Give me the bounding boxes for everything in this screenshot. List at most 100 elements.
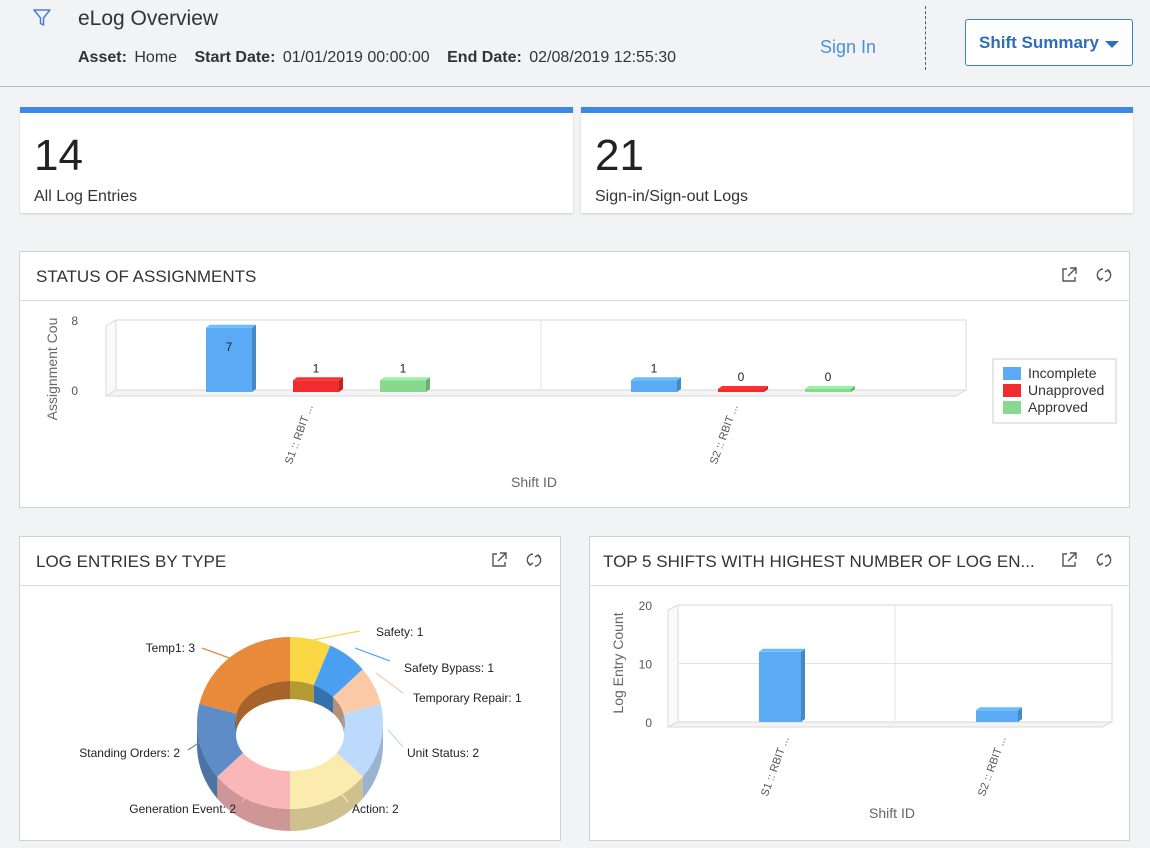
x-tick-label: S1 :: RBIT ... bbox=[283, 403, 316, 466]
chevron-down-icon bbox=[1104, 40, 1119, 48]
bar bbox=[206, 324, 256, 392]
filter-icon[interactable] bbox=[33, 8, 51, 28]
refresh-icon[interactable] bbox=[1095, 551, 1113, 569]
data-label: 0 bbox=[825, 370, 832, 384]
data-label: 1 bbox=[313, 361, 320, 375]
bar-top bbox=[976, 707, 1022, 711]
bar-front bbox=[759, 651, 801, 722]
bar-top bbox=[718, 386, 768, 389]
kpi-label: Sign-in/Sign-out Logs bbox=[595, 188, 748, 205]
log-entries-by-type-panel: LOG ENTRIES BY TYPE Safety: 1 Safety Bypa… bbox=[19, 536, 561, 841]
panel-header: LOG ENTRIES BY TYPE bbox=[20, 537, 560, 586]
legend-swatch bbox=[1003, 384, 1021, 397]
open-external-icon[interactable] bbox=[490, 551, 508, 569]
legend-label: Approved bbox=[1028, 399, 1088, 415]
asset-value: Home bbox=[134, 49, 178, 66]
chart-floor bbox=[667, 721, 1113, 728]
y-tick-label: 8 bbox=[71, 314, 78, 328]
kpi-value: 21 bbox=[595, 131, 644, 180]
status-bar-chart: 08Assignment Cou 71 1S1 :: RBIT ...10 0S2 :… bbox=[44, 314, 1117, 490]
shift-summary-label: Shift Summary bbox=[979, 32, 1099, 52]
leader-line bbox=[201, 647, 233, 660]
bar bbox=[759, 648, 805, 722]
legend-swatch bbox=[1003, 367, 1021, 380]
slice-label: Safety: 1 bbox=[376, 625, 424, 639]
slice-label: Safety Bypass: 1 bbox=[404, 661, 494, 675]
x-axis-label: Shift ID bbox=[869, 805, 915, 821]
end-date-label: End Date: bbox=[447, 49, 522, 66]
asset-label: Asset: bbox=[78, 49, 127, 66]
bar bbox=[293, 377, 343, 392]
bar-side bbox=[252, 324, 256, 392]
leader-line bbox=[375, 672, 404, 694]
page-title: eLog Overview bbox=[78, 7, 219, 30]
sign-in-link[interactable]: Sign In bbox=[820, 37, 876, 58]
panel-title: STATUS OF ASSIGNMENTS bbox=[36, 267, 257, 286]
x-tick-label: S2 :: RBIT ... bbox=[976, 735, 1009, 798]
x-axis-label: Shift ID bbox=[511, 474, 557, 490]
open-external-icon[interactable] bbox=[1060, 551, 1078, 569]
bar-side bbox=[801, 648, 805, 722]
header-divider bbox=[925, 6, 926, 70]
open-external-icon[interactable] bbox=[1060, 266, 1078, 284]
x-tick-label: S2 :: RBIT ... bbox=[708, 403, 741, 466]
bar-front bbox=[805, 389, 851, 392]
slice-label: Generation Event: 2 bbox=[129, 802, 236, 816]
bar-front bbox=[380, 380, 426, 392]
leader-line bbox=[387, 729, 404, 748]
bar-top bbox=[380, 377, 430, 381]
bar bbox=[718, 386, 768, 392]
kpi-label: All Log Entries bbox=[34, 188, 138, 205]
log-type-donut-chart: Safety: 1 Safety Bypass: 1 Temporary Repai… bbox=[79, 625, 522, 831]
filter-summary: Asset: Home Start Date: 01/01/2019 00:00… bbox=[78, 49, 689, 67]
kpi-value: 14 bbox=[34, 131, 83, 180]
y-tick-label: 20 bbox=[639, 599, 653, 613]
y-axis-label: Assignment Cou bbox=[44, 318, 60, 421]
data-label: 7 bbox=[226, 340, 233, 354]
legend-label: Incomplete bbox=[1028, 365, 1097, 381]
status-of-assignments-panel: STATUS OF ASSIGNMENTS 0 8 Assignment Cou 7 1… bbox=[19, 251, 1130, 508]
bar-top bbox=[206, 324, 256, 328]
bar bbox=[805, 386, 855, 392]
bar-front bbox=[293, 380, 339, 392]
top-shifts-bar-chart: 0 10 20Log Entry CountS1 :: RBIT ... S2 :: … bbox=[610, 599, 1113, 821]
kpi-card-sign-logs[interactable]: 21 Sign-in/Sign-out Logs bbox=[581, 107, 1133, 213]
legend-swatch bbox=[1003, 401, 1021, 414]
chart-legend: IncompleteUnapprovedApproved bbox=[992, 358, 1117, 424]
refresh-icon[interactable] bbox=[525, 551, 543, 569]
y-tick-label: 0 bbox=[71, 384, 78, 398]
leader-line bbox=[312, 630, 361, 641]
legend-label: Unapproved bbox=[1028, 382, 1104, 398]
slice-label: Standing Orders: 2 bbox=[79, 746, 180, 760]
bar-front bbox=[631, 380, 677, 392]
panel-header: TOP 5 SHIFTS WITH HIGHEST NUMBER OF LOG … bbox=[590, 537, 1129, 586]
kpi-card-log-entries[interactable]: 14 All Log Entries bbox=[20, 107, 573, 213]
panel-title: TOP 5 SHIFTS WITH HIGHEST NUMBER OF LOG … bbox=[603, 552, 1035, 571]
page-header: eLog Overview Asset: Home Start Date: 01… bbox=[0, 0, 1150, 87]
bar-front bbox=[718, 389, 764, 392]
slice-label: Unit Status: 2 bbox=[407, 746, 479, 760]
data-label: 1 bbox=[651, 361, 658, 375]
start-date-value: 01/01/2019 00:00:00 bbox=[282, 49, 430, 66]
bar bbox=[380, 377, 430, 392]
bar bbox=[631, 377, 681, 392]
bar bbox=[976, 707, 1022, 722]
donut-hole bbox=[236, 699, 344, 772]
panel-header: STATUS OF ASSIGNMENTS bbox=[20, 252, 1129, 301]
start-date-label: Start Date: bbox=[194, 49, 276, 66]
bar-top bbox=[759, 648, 805, 652]
bar-front bbox=[206, 327, 252, 392]
bar-top bbox=[805, 386, 855, 389]
leader-line bbox=[354, 647, 391, 662]
slice-label: Temporary Repair: 1 bbox=[413, 691, 522, 705]
chart-left-wall bbox=[667, 604, 679, 728]
top-shifts-panel: TOP 5 SHIFTS WITH HIGHEST NUMBER OF LOG … bbox=[589, 536, 1130, 841]
end-date-value: 02/08/2019 12:55:30 bbox=[529, 49, 677, 66]
bar-top bbox=[293, 377, 343, 381]
panel-title: LOG ENTRIES BY TYPE bbox=[36, 552, 227, 571]
chart-left-wall bbox=[105, 319, 117, 397]
slice-label: Action: 2 bbox=[352, 802, 399, 816]
shift-summary-button[interactable]: Shift Summary bbox=[965, 19, 1133, 66]
refresh-icon[interactable] bbox=[1095, 266, 1113, 284]
y-axis-label: Log Entry Count bbox=[610, 612, 626, 713]
